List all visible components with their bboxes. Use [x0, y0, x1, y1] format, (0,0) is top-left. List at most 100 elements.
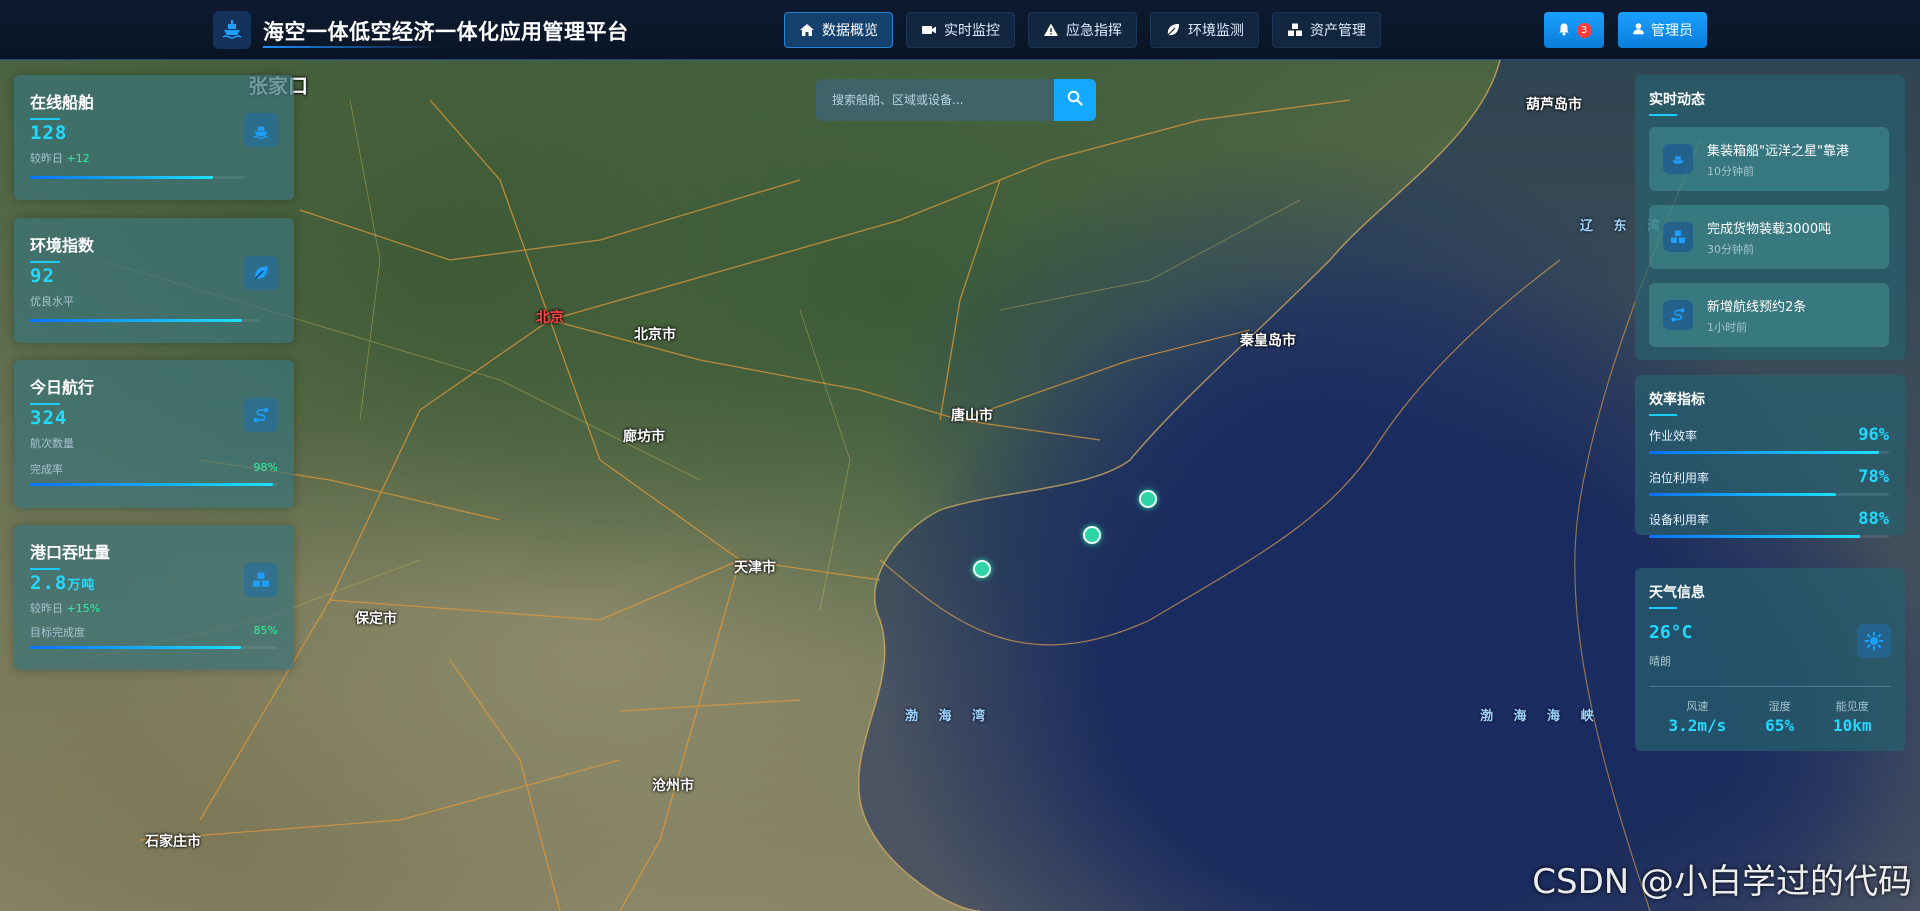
- boxes-icon: [1287, 22, 1303, 38]
- card-title: 在线船舶: [30, 93, 95, 112]
- panel-title-bar: [1649, 607, 1677, 609]
- card-sub-change: +12: [66, 152, 90, 165]
- card-sub-change: +15%: [66, 602, 101, 615]
- user-label: 管理员: [1651, 23, 1693, 39]
- main-nav: 数据概览 实时监控 应急指挥 环境监测 资产管理: [784, 12, 1381, 48]
- map-search: [816, 79, 1096, 121]
- card-row-value: 85%: [253, 624, 278, 637]
- card-row-label: 完成率: [30, 463, 63, 476]
- card-progress-track: [30, 646, 278, 649]
- card-sub: 优良水平: [30, 295, 74, 308]
- search-input[interactable]: [832, 93, 1052, 107]
- stat-card-online-ships: 在线船舶 128 较昨日 +12: [14, 75, 294, 200]
- metric-progress-track: [1649, 451, 1889, 454]
- event-text: 集装箱船"远洋之星"靠港 10分钟前: [1707, 140, 1849, 179]
- weather-stat-value: 3.2m/s: [1668, 716, 1727, 735]
- metric-label: 设备利用率: [1649, 513, 1710, 527]
- nav-data-overview[interactable]: 数据概览: [784, 12, 893, 48]
- title-underline: [263, 46, 443, 48]
- card-target-row: 目标完成度 85%: [30, 624, 278, 640]
- event-text: 新增航线预约2条 1小时前: [1707, 296, 1806, 335]
- metric-value: 96%: [1858, 425, 1889, 445]
- weather-stat-visibility: 能见度 10km: [1833, 698, 1872, 735]
- card-value: 2.8万吨: [30, 572, 278, 594]
- map-city-label: 北京: [536, 310, 564, 326]
- event-item[interactable]: 完成货物装载3000吨 30分钟前: [1649, 205, 1889, 269]
- metric-label: 作业效率: [1649, 429, 1698, 443]
- nav-emergency-command[interactable]: 应急指挥: [1028, 12, 1137, 48]
- card-value-number: 2.8: [30, 572, 68, 594]
- metric-progress-fill: [1649, 493, 1837, 496]
- card-progress-track: [30, 176, 245, 179]
- event-item[interactable]: 集装箱船"远洋之星"靠港 10分钟前: [1649, 127, 1889, 191]
- metric-line: 设备利用率 88%: [1649, 509, 1889, 529]
- map-city-label: 葫芦岛市: [1526, 97, 1582, 113]
- card-completion-row: 完成率 98%: [30, 461, 278, 477]
- sun-icon: [1857, 624, 1891, 658]
- home-icon: [799, 22, 815, 38]
- weather-stat-label: 能见度: [1835, 700, 1869, 713]
- weather-stat-wind: 风速 3.2m/s: [1668, 698, 1726, 735]
- weather-stat-value: 65%: [1765, 716, 1795, 735]
- map-sea-label: 渤 海 湾: [905, 709, 994, 724]
- port-marker[interactable]: [1083, 526, 1101, 544]
- weather-divider: [1649, 686, 1891, 687]
- event-time: 30分钟前: [1707, 242, 1754, 256]
- card-sub-prefix: 较昨日: [30, 602, 63, 615]
- metric-value: 78%: [1858, 467, 1889, 487]
- card-sub: 较昨日 +15%: [30, 600, 278, 616]
- port-marker[interactable]: [973, 560, 991, 578]
- bell-icon: [1557, 21, 1571, 40]
- metric-progress-fill: [1649, 535, 1861, 538]
- weather-stats: 风速 3.2m/s 湿度 65% 能见度 10km: [1649, 698, 1891, 735]
- card-value: 128: [30, 122, 68, 144]
- card-title: 今日航行: [30, 378, 95, 397]
- map-city-label: 石家庄市: [145, 834, 201, 850]
- leaf-icon: [244, 256, 278, 290]
- panel-title-bar: [1649, 114, 1677, 116]
- cargo-icon: [1663, 222, 1693, 252]
- card-title: 港口吞吐量: [30, 543, 111, 562]
- card-progress-track: [30, 483, 278, 486]
- weather-stat-label: 湿度: [1768, 700, 1791, 713]
- realtime-panel: 实时动态 集装箱船"远洋之星"靠港 10分钟前 完成货物装载3000吨 30分钟…: [1635, 75, 1905, 360]
- card-title-bar: [30, 403, 60, 405]
- nav-label: 实时监控: [944, 23, 1000, 39]
- metric-progress-track: [1649, 493, 1889, 496]
- event-item[interactable]: 新增航线预约2条 1小时前: [1649, 283, 1889, 347]
- notification-badge: 3: [1576, 22, 1592, 38]
- map-city-label: 天津市: [734, 560, 776, 576]
- metric-line: 泊位利用率 78%: [1649, 467, 1889, 487]
- nav-realtime-monitor[interactable]: 实时监控: [906, 12, 1015, 48]
- event-title: 完成货物装载3000吨: [1707, 221, 1832, 237]
- map-city-label: 北京市: [634, 327, 676, 343]
- app-title: 海空一体低空经济一体化应用管理平台: [263, 20, 629, 44]
- search-button[interactable]: [1054, 79, 1096, 121]
- card-row-label: 目标完成度: [30, 626, 85, 639]
- metric-row: 作业效率 96%: [1649, 425, 1889, 454]
- panel-title: 实时动态: [1649, 92, 1705, 108]
- nav-asset-management[interactable]: 资产管理: [1272, 12, 1381, 48]
- leaf-icon: [1165, 22, 1181, 38]
- ship-icon: [1663, 144, 1693, 174]
- map-city-label: 秦皇岛市: [1240, 333, 1296, 349]
- weather-temperature: 26°C: [1649, 622, 1693, 643]
- port-marker[interactable]: [1139, 490, 1157, 508]
- user-menu-button[interactable]: 管理员: [1618, 12, 1707, 48]
- map-city-label: 沧州市: [652, 778, 694, 794]
- panel-title-bar: [1649, 414, 1677, 416]
- map-city-label: 保定市: [355, 611, 397, 627]
- weather-stat-humidity: 湿度 65%: [1765, 698, 1794, 735]
- card-progress-fill: [30, 319, 242, 322]
- video-icon: [921, 22, 937, 38]
- notifications-button[interactable]: 3: [1544, 12, 1604, 48]
- metric-label: 泊位利用率: [1649, 471, 1710, 485]
- card-value-unit: 万吨: [67, 578, 96, 593]
- ship-icon: [220, 16, 244, 44]
- event-time: 1小时前: [1707, 320, 1747, 334]
- metric-value: 88%: [1858, 509, 1889, 529]
- warning-icon: [1043, 22, 1059, 38]
- watermark: CSDN @小白学过的代码: [1532, 862, 1912, 902]
- nav-environment-monitor[interactable]: 环境监测: [1150, 12, 1259, 48]
- weather-stat-label: 风速: [1686, 700, 1709, 713]
